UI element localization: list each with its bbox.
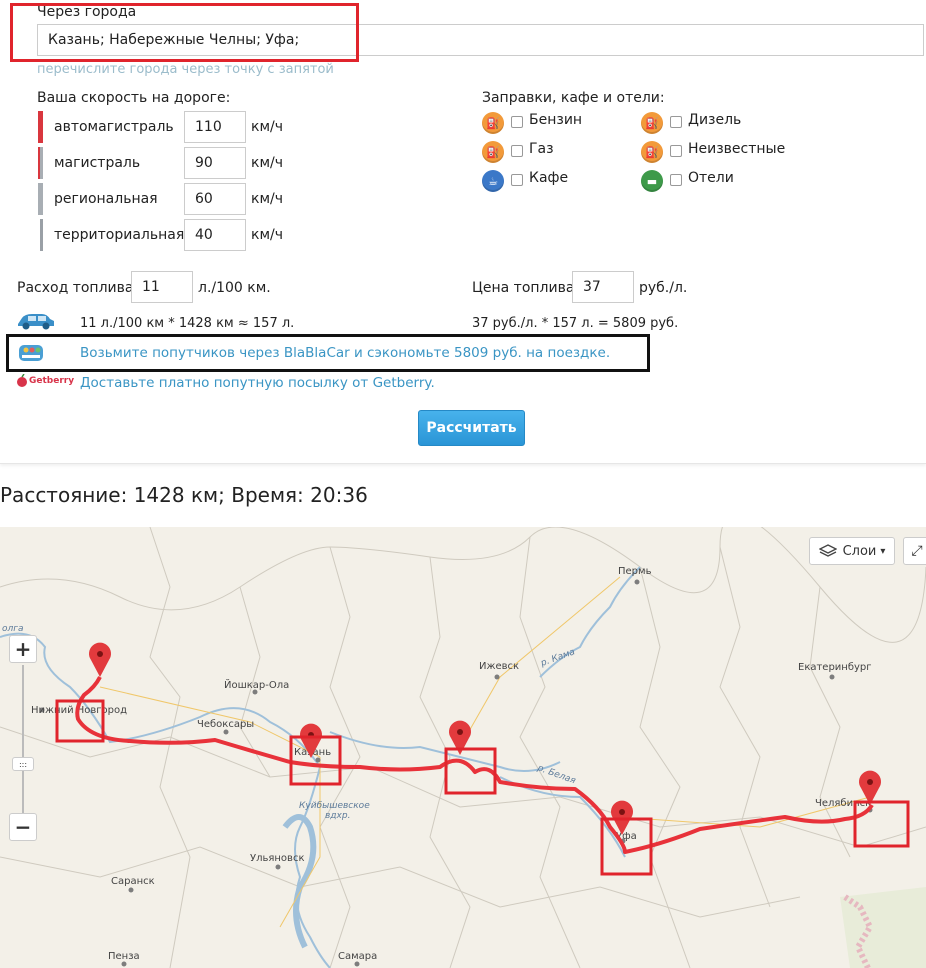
zoom-in-button[interactable]: + bbox=[9, 635, 37, 663]
speed-title: Ваша скорость на дороге: bbox=[37, 90, 231, 106]
highlight-blablacar bbox=[6, 334, 650, 372]
zoom-out-button[interactable]: − bbox=[9, 813, 37, 841]
zoom-slider-track[interactable] bbox=[22, 665, 24, 813]
checkbox-petrol[interactable] bbox=[511, 116, 523, 128]
poi-title: Заправки, кафе и отели: bbox=[482, 90, 665, 106]
checkbox-hotels[interactable] bbox=[670, 174, 682, 186]
getberry-logo-text: Getberry bbox=[29, 376, 75, 386]
speed-unit: км/ч bbox=[251, 155, 284, 171]
speed-unit: км/ч bbox=[251, 191, 284, 207]
poi-label-unknown: Неизвестные bbox=[688, 141, 786, 157]
fuel-cost-calculation: 37 руб./л. * 157 л. = 5809 руб. bbox=[472, 316, 679, 331]
speed-input-regional[interactable] bbox=[184, 183, 246, 215]
road-type-bar-main bbox=[38, 147, 43, 179]
route-result: Расстояние: 1428 км; Время: 20:36 bbox=[0, 483, 368, 507]
zoom-slider-handle[interactable]: ::: bbox=[12, 757, 34, 771]
speed-label-main: магистраль bbox=[54, 155, 141, 171]
speed-unit: км/ч bbox=[251, 227, 284, 243]
bed-icon: ▬ bbox=[641, 170, 663, 192]
layers-button[interactable]: Слои ▾ bbox=[809, 537, 895, 565]
city-label-saransk: Саранск bbox=[111, 876, 155, 887]
speed-label-motorway: автомагистраль bbox=[54, 119, 174, 135]
fuel-consumption-label: Расход топлива bbox=[17, 280, 134, 296]
layers-label: Слои bbox=[842, 543, 877, 559]
speed-input-motorway[interactable] bbox=[184, 111, 246, 143]
speed-unit: км/ч bbox=[251, 119, 284, 135]
checkbox-cafe[interactable] bbox=[511, 174, 523, 186]
fuel-pump-icon: ⛽ bbox=[482, 112, 504, 134]
fuel-price-input[interactable] bbox=[572, 271, 634, 303]
city-label-samara: Самара bbox=[338, 951, 377, 962]
berry-icon bbox=[17, 374, 27, 387]
fuel-pump-icon: ⛽ bbox=[482, 141, 504, 163]
city-label-ulyanovsk: Ульяновск bbox=[250, 853, 304, 864]
city-label-yekaterinburg: Екатеринбург bbox=[798, 662, 872, 673]
river-label-kuybyshev: Куйбышевское bbox=[299, 801, 370, 811]
poi-label-diesel: Дизель bbox=[688, 112, 742, 128]
poi-label-gas: Газ bbox=[529, 141, 554, 157]
checkbox-diesel[interactable] bbox=[670, 116, 682, 128]
fuel-consumption-unit: л./100 км. bbox=[198, 280, 271, 296]
getberry-logo: Getberry bbox=[16, 374, 74, 390]
car-icon bbox=[18, 314, 54, 330]
fuel-price-label: Цена топлива bbox=[472, 280, 575, 296]
poi-label-petrol: Бензин bbox=[529, 112, 583, 128]
getberry-link[interactable]: Доставьте платно попутную посылку от Get… bbox=[80, 375, 435, 391]
speed-input-territorial[interactable] bbox=[184, 219, 246, 251]
checkbox-gas[interactable] bbox=[511, 145, 523, 157]
river-label-reservoir: вдхр. bbox=[325, 811, 350, 821]
fuel-pump-icon: ⛽ bbox=[641, 141, 663, 163]
fuel-pump-icon: ⛽ bbox=[641, 112, 663, 134]
poi-label-hotels: Отели bbox=[688, 170, 734, 186]
via-cities-hint: перечислите города через точку с запятой bbox=[37, 62, 334, 77]
map-canvas[interactable]: Пермь Йошкар-Ола Нижний Новгород Чебокса… bbox=[0, 527, 926, 968]
route-map[interactable]: Пермь Йошкар-Ола Нижний Новгород Чебокса… bbox=[0, 527, 926, 968]
cup-icon: ☕ bbox=[482, 170, 504, 192]
speed-label-territorial: территориальная bbox=[54, 227, 185, 243]
fullscreen-icon[interactable]: ⤢ bbox=[903, 537, 926, 565]
city-label-izhevsk: Ижевск bbox=[479, 661, 519, 672]
poi-label-cafe: Кафе bbox=[529, 170, 569, 186]
river-label-volga: олга bbox=[2, 624, 24, 634]
highlight-via-input bbox=[10, 3, 359, 62]
speed-input-main[interactable] bbox=[184, 147, 246, 179]
city-label-penza: Пенза bbox=[108, 951, 140, 962]
fuel-price-unit: руб./л. bbox=[639, 280, 688, 296]
chevron-down-icon: ▾ bbox=[880, 545, 886, 557]
city-label-yoshkar-ola: Йошкар-Ола bbox=[224, 678, 289, 691]
fuel-consumption-input[interactable] bbox=[131, 271, 193, 303]
road-type-bar-motorway bbox=[38, 111, 43, 143]
checkbox-unknown[interactable] bbox=[670, 145, 682, 157]
road-type-bar-territorial bbox=[40, 219, 43, 251]
layers-icon bbox=[818, 544, 837, 557]
speed-label-regional: региональная bbox=[54, 191, 158, 207]
city-label-perm: Пермь bbox=[618, 566, 652, 577]
calculate-button[interactable]: Рассчитать bbox=[418, 410, 525, 446]
fuel-volume-calculation: 11 л./100 км * 1428 км ≈ 157 л. bbox=[80, 316, 295, 331]
city-label-cheboksary: Чебоксары bbox=[197, 719, 254, 730]
road-type-bar-regional bbox=[38, 183, 43, 215]
route-settings-panel: Через города перечислите города через то… bbox=[0, 0, 926, 464]
